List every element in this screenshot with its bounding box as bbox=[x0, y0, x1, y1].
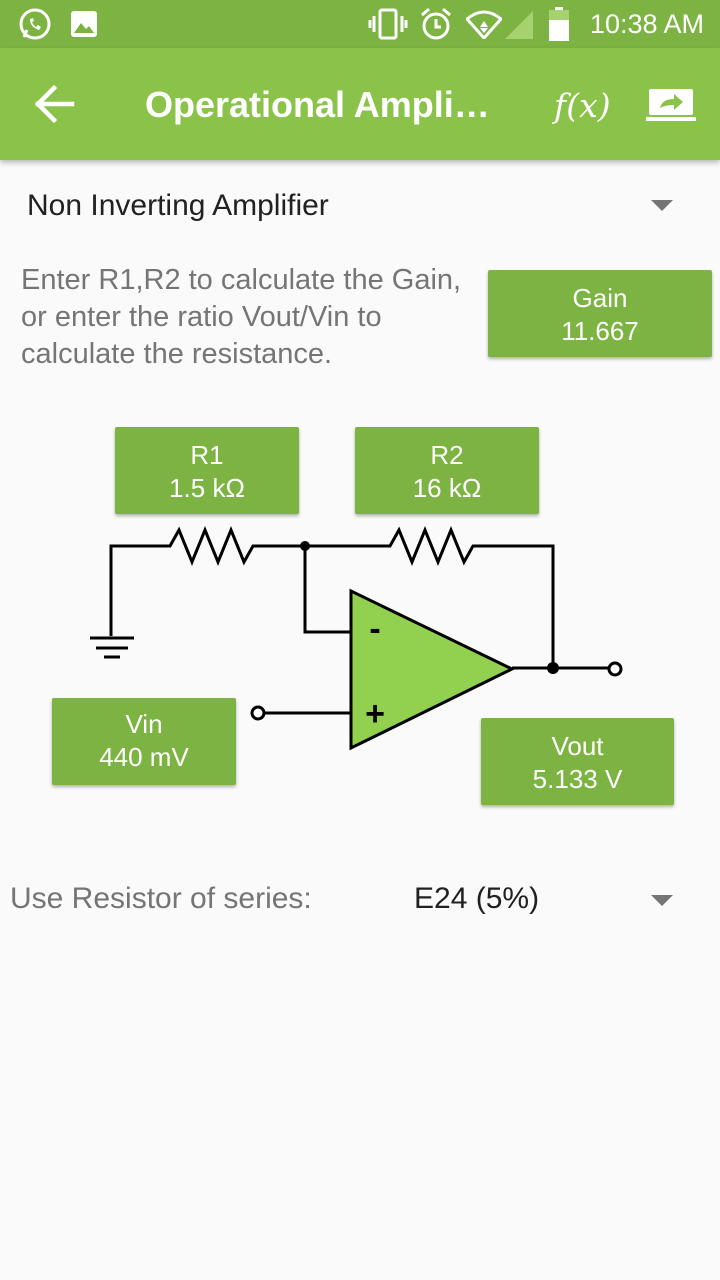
vin-value: 440 mV bbox=[99, 742, 189, 772]
resistor-series-dropdown[interactable]: E24 (5%) bbox=[400, 870, 700, 930]
opamp-plus-label: + bbox=[365, 695, 385, 733]
r2-value: 16 kΩ bbox=[412, 473, 482, 503]
vout-value: 5.133 V bbox=[532, 764, 623, 794]
r1-value: 1.5 kΩ bbox=[169, 473, 245, 503]
vout-button[interactable]: Vout 5.133 V bbox=[481, 718, 674, 805]
vout-terminal bbox=[607, 661, 623, 677]
vin-label: Vin bbox=[125, 709, 163, 739]
vin-terminal bbox=[250, 705, 266, 721]
dropdown-arrow-icon bbox=[651, 895, 673, 906]
r2-label: R2 bbox=[430, 440, 464, 470]
r1-label: R1 bbox=[190, 440, 224, 470]
junction-dot bbox=[300, 541, 310, 551]
junction-dot bbox=[547, 662, 559, 674]
vout-label: Vout bbox=[551, 731, 604, 761]
circuit-diagram: - + bbox=[90, 526, 623, 751]
vin-button[interactable]: Vin 440 mV bbox=[52, 698, 236, 785]
resistor-r1-symbol bbox=[160, 526, 305, 566]
resistor-series-label: Use Resistor of series: bbox=[10, 882, 312, 915]
ground-icon bbox=[90, 636, 134, 659]
inverting-input-wire bbox=[303, 546, 351, 634]
r1-button[interactable]: R1 1.5 kΩ bbox=[115, 427, 299, 514]
resistor-series-value: E24 (5%) bbox=[414, 882, 540, 915]
r2-button[interactable]: R2 16 kΩ bbox=[355, 427, 539, 514]
ground-wire bbox=[109, 544, 160, 636]
opamp-minus-label: - bbox=[369, 610, 380, 648]
